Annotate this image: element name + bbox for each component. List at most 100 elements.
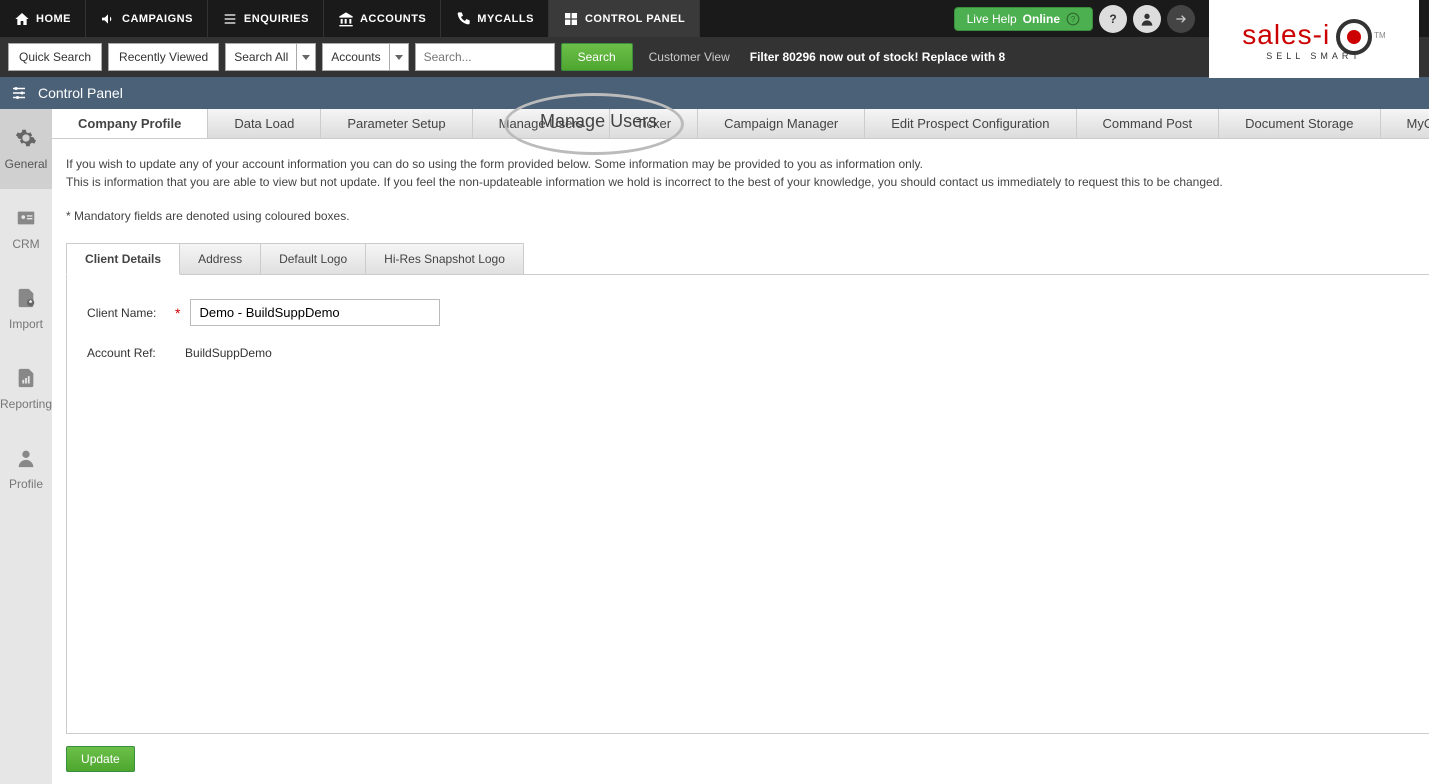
client-name-label: Client Name: [87,306,165,320]
tab-label: Campaign Manager [724,116,838,131]
sidebar-item-label: Profile [9,477,43,491]
tab-data-load[interactable]: Data Load [208,109,321,138]
nav-home-label: HOME [36,13,71,25]
search-type-label: Accounts [331,50,380,64]
mandatory-note: * Mandatory fields are denoted using col… [52,195,1429,233]
search-scope-dropdown[interactable]: Search All [225,43,296,71]
logout-button[interactable] [1167,5,1195,33]
svg-text:?: ? [1109,12,1116,26]
subtabs: Client Details Address Default Logo Hi-R… [66,243,1429,274]
account-ref-label: Account Ref: [87,346,165,360]
sidebar-item-reporting[interactable]: Reporting [0,349,52,429]
sidebar: General CRM Import Reporting Profile [0,109,52,784]
brand-tm: TM [1374,31,1386,40]
tab-document-storage[interactable]: Document Storage [1219,109,1380,138]
search-scope-caret[interactable] [296,43,316,71]
nav-mycalls-label: MYCALLS [477,13,534,25]
search-button[interactable]: Search [561,43,633,71]
user-icon [1139,11,1155,27]
live-help-prefix: Live Help [967,12,1017,26]
quick-search-button[interactable]: Quick Search [8,43,102,71]
help-button[interactable]: ? [1099,5,1127,33]
search-type-caret[interactable] [389,43,409,71]
client-name-input[interactable] [190,299,440,326]
recently-viewed-button[interactable]: Recently Viewed [108,43,219,71]
info-text-2: This is information that you are able to… [66,173,1429,191]
breadcrumb: Control Panel [0,77,1429,109]
nav-accounts[interactable]: ACCOUNTS [324,0,441,37]
live-help-button[interactable]: Live Help Online ? [954,7,1093,31]
gear-icon [15,127,37,149]
nav-home[interactable]: HOME [0,0,86,37]
topbar-right: Live Help Online ? ? [954,0,1209,37]
subtab-address[interactable]: Address [179,243,261,274]
caret-down-icon [395,55,403,60]
sidebar-item-label: Reporting [0,397,52,411]
tab-company-profile[interactable]: Company Profile [52,109,208,138]
phone-icon [455,11,471,27]
tab-label: Command Post [1103,116,1193,131]
subtab-label: Address [198,252,242,266]
tab-label: Data Load [234,116,294,131]
report-icon [15,367,37,389]
brand-logo: sales-i TM SELL SMART [1209,0,1419,78]
tab-label: Edit Prospect Configuration [891,116,1049,131]
nav-mycalls[interactable]: MYCALLS [441,0,549,37]
sliders-icon [10,84,28,102]
tab-ticker[interactable]: Ticker [610,109,698,138]
required-mark: * [175,305,180,321]
tab-campaign-manager[interactable]: Campaign Manager [698,109,865,138]
nav-control-panel[interactable]: CONTROL PANEL [549,0,700,37]
section-tabs: Company Profile Data Load Parameter Setu… [52,109,1429,139]
person-icon [15,447,37,469]
nav-enquiries-label: ENQUIRIES [244,13,309,25]
brand-tagline: SELL SMART [1242,51,1385,61]
customer-view-link[interactable]: Customer View [649,50,730,64]
tab-edit-prospect-configuration[interactable]: Edit Prospect Configuration [865,109,1076,138]
tab-label: Manage Users [499,116,584,131]
breadcrumb-title: Control Panel [38,85,123,101]
sidebar-item-general[interactable]: General [0,109,52,189]
nav-enquiries[interactable]: ENQUIRIES [208,0,324,37]
account-ref-row: Account Ref: BuildSuppDemo [87,346,1429,360]
main-layout: General CRM Import Reporting Profile Com… [0,109,1429,784]
nav-campaigns[interactable]: CAMPAIGNS [86,0,208,37]
sidebar-item-profile[interactable]: Profile [0,429,52,509]
tab-command-post[interactable]: Command Post [1077,109,1220,138]
search-scope-label: Search All [234,50,288,64]
brand-name: sales-i [1242,19,1330,51]
sidebar-item-import[interactable]: Import [0,269,52,349]
tab-label: Parameter Setup [347,116,445,131]
home-icon [14,11,30,27]
brand-circle-icon [1336,19,1372,55]
tab-manage-users[interactable]: Manage Users [473,109,611,138]
client-name-row: Client Name: * [87,299,1429,326]
tab-label: Company Profile [78,116,181,131]
search-input[interactable] [415,43,555,71]
subtab-label: Default Logo [279,252,347,266]
tab-label: MyCalls [1407,116,1429,131]
grid-icon [563,11,579,27]
client-details-panel: Client Name: * Account Ref: BuildSuppDem… [66,274,1429,734]
tab-label: Ticker [636,116,671,131]
megaphone-icon [100,11,116,27]
filter-ticker: Filter 80296 now out of stock! Replace w… [750,50,1005,64]
subtab-client-details[interactable]: Client Details [66,243,180,275]
sidebar-item-label: CRM [12,237,39,251]
search-type-dropdown[interactable]: Accounts [322,43,388,71]
info-paragraph: If you wish to update any of your accoun… [52,139,1429,195]
subtab-default-logo[interactable]: Default Logo [260,243,366,274]
update-button[interactable]: Update [66,746,135,772]
nav-accounts-label: ACCOUNTS [360,13,426,25]
sidebar-item-crm[interactable]: CRM [0,189,52,269]
content-area: Company Profile Data Load Parameter Setu… [52,109,1429,784]
nav-campaigns-label: CAMPAIGNS [122,13,193,25]
sidebar-item-label: General [5,157,48,171]
subtab-hires-snapshot-logo[interactable]: Hi-Res Snapshot Logo [365,243,524,274]
user-button[interactable] [1133,5,1161,33]
nav-control-panel-label: CONTROL PANEL [585,13,685,25]
tab-parameter-setup[interactable]: Parameter Setup [321,109,472,138]
subtab-label: Client Details [85,252,161,266]
tab-mycalls[interactable]: MyCalls [1381,109,1429,138]
arrow-right-icon [1173,11,1189,27]
